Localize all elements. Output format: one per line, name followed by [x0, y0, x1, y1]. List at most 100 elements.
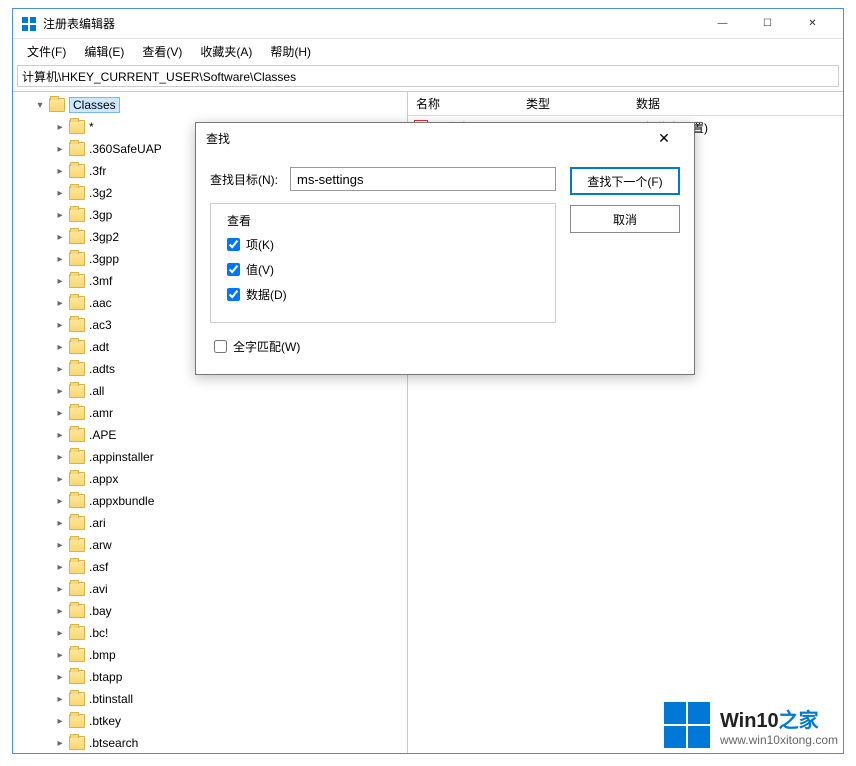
window-title: 注册表编辑器 [43, 15, 700, 32]
tree-node[interactable]: ▸ .all [35, 380, 407, 402]
col-data[interactable]: 数据 [628, 95, 843, 112]
tree-node[interactable]: ▸ .bay [35, 600, 407, 622]
chk-whole-word[interactable]: 全字匹配(W) [210, 337, 556, 356]
tree-node[interactable]: ▸ .appinstaller [35, 446, 407, 468]
chk-whole-word-box[interactable] [214, 340, 227, 353]
find-next-button[interactable]: 查找下一个(F) [570, 167, 680, 195]
address-bar[interactable]: 计算机\HKEY_CURRENT_USER\Software\Classes [17, 65, 839, 87]
folder-icon [69, 230, 85, 244]
tree-node[interactable]: ▸ .btsearch [35, 732, 407, 753]
chk-values-box[interactable] [227, 263, 240, 276]
chk-data[interactable]: 数据(D) [223, 285, 543, 304]
find-titlebar: 查找 ✕ [196, 123, 694, 153]
chk-data-box[interactable] [227, 288, 240, 301]
tree-label: .appinstaller [89, 450, 154, 464]
tree-label: .bc! [89, 626, 108, 640]
expander-icon[interactable]: ▸ [53, 494, 67, 508]
menu-edit[interactable]: 编辑(E) [76, 41, 132, 62]
chk-data-label: 数据(D) [246, 286, 287, 303]
tree-label: .all [89, 384, 104, 398]
expander-icon[interactable]: ▸ [53, 362, 67, 376]
tree-label: .bay [89, 604, 112, 618]
expander-icon[interactable]: ▸ [53, 142, 67, 156]
expander-icon[interactable]: ▸ [53, 560, 67, 574]
chk-keys[interactable]: 项(K) [223, 235, 543, 254]
tree-label: .btinstall [89, 692, 133, 706]
minimize-button[interactable]: — [700, 9, 745, 39]
chk-values[interactable]: 值(V) [223, 260, 543, 279]
col-name[interactable]: 名称 [408, 95, 518, 112]
expander-icon[interactable]: ▸ [53, 472, 67, 486]
tree-label: .asf [89, 560, 108, 574]
tree-node[interactable]: ▸.btkey [35, 710, 407, 732]
folder-icon [69, 692, 85, 706]
col-type[interactable]: 类型 [518, 95, 628, 112]
folder-icon [69, 736, 85, 750]
folder-icon [69, 560, 85, 574]
tree-node[interactable]: ▸ .bc! [35, 622, 407, 644]
menu-favorites[interactable]: 收藏夹(A) [192, 41, 260, 62]
tree-node[interactable]: ▸.btapp [35, 666, 407, 688]
chk-keys-label: 项(K) [246, 236, 274, 253]
expander-icon[interactable]: ▸ [53, 648, 67, 662]
find-close-button[interactable]: ✕ [644, 123, 684, 153]
expander-icon[interactable]: ▸ [53, 538, 67, 552]
expander-icon[interactable]: ▾ [33, 98, 47, 112]
menu-view[interactable]: 查看(V) [134, 41, 190, 62]
folder-icon [49, 98, 65, 112]
menu-file[interactable]: 文件(F) [19, 41, 74, 62]
tree-node[interactable]: ▸ .btinstall [35, 688, 407, 710]
tree-node[interactable]: ▸.amr [35, 402, 407, 424]
tree-node[interactable]: ▸.avi [35, 578, 407, 600]
folder-icon [69, 648, 85, 662]
tree-label: .3gp2 [89, 230, 119, 244]
expander-icon[interactable]: ▸ [53, 582, 67, 596]
close-button[interactable]: ✕ [790, 9, 835, 39]
tree-label: .btsearch [89, 736, 138, 750]
expander-icon[interactable]: ▸ [53, 406, 67, 420]
find-title: 查找 [206, 130, 644, 147]
expander-icon[interactable]: ▸ [53, 692, 67, 706]
expander-icon[interactable]: ▸ [53, 164, 67, 178]
expander-icon[interactable]: ▸ [53, 318, 67, 332]
folder-icon [69, 538, 85, 552]
tree-node[interactable]: ▸ .bmp [35, 644, 407, 666]
window-controls: — ☐ ✕ [700, 9, 835, 39]
cancel-button[interactable]: 取消 [570, 205, 680, 233]
tree-label: .adts [89, 362, 115, 376]
find-target-input[interactable] [290, 167, 556, 191]
tree-node[interactable]: ▸ .asf [35, 556, 407, 578]
maximize-button[interactable]: ☐ [745, 9, 790, 39]
expander-icon[interactable]: ▸ [53, 384, 67, 398]
expander-icon[interactable]: ▸ [53, 604, 67, 618]
tree-node[interactable]: ▸.APE [35, 424, 407, 446]
tree-node-classes[interactable]: ▾ Classes [15, 94, 407, 116]
expander-icon[interactable]: ▸ [53, 208, 67, 222]
expander-icon[interactable]: ▸ [53, 714, 67, 728]
expander-icon[interactable]: ▸ [53, 120, 67, 134]
tree-node[interactable]: ▸.arw [35, 534, 407, 556]
expander-icon[interactable]: ▸ [53, 252, 67, 266]
expander-icon[interactable]: ▸ [53, 340, 67, 354]
expander-icon[interactable]: ▸ [53, 670, 67, 684]
expander-icon[interactable]: ▸ [53, 274, 67, 288]
expander-icon[interactable]: ▸ [53, 516, 67, 530]
expander-icon[interactable]: ▸ [53, 736, 67, 750]
menu-help[interactable]: 帮助(H) [262, 41, 319, 62]
expander-icon[interactable]: ▸ [53, 626, 67, 640]
chk-keys-box[interactable] [227, 238, 240, 251]
app-icon [21, 16, 37, 32]
expander-icon[interactable]: ▸ [53, 186, 67, 200]
folder-icon [69, 120, 85, 134]
address-text: 计算机\HKEY_CURRENT_USER\Software\Classes [22, 68, 296, 85]
tree-node[interactable]: ▸.ari [35, 512, 407, 534]
tree-node[interactable]: ▸.appxbundle [35, 490, 407, 512]
expander-icon[interactable]: ▸ [53, 296, 67, 310]
expander-icon[interactable]: ▸ [53, 450, 67, 464]
tree-node[interactable]: ▸.appx [35, 468, 407, 490]
expander-icon[interactable]: ▸ [53, 230, 67, 244]
expander-icon[interactable]: ▸ [53, 428, 67, 442]
tree-label: .3gpp [89, 252, 119, 266]
tree-label: .bmp [89, 648, 116, 662]
chk-values-label: 值(V) [246, 261, 274, 278]
